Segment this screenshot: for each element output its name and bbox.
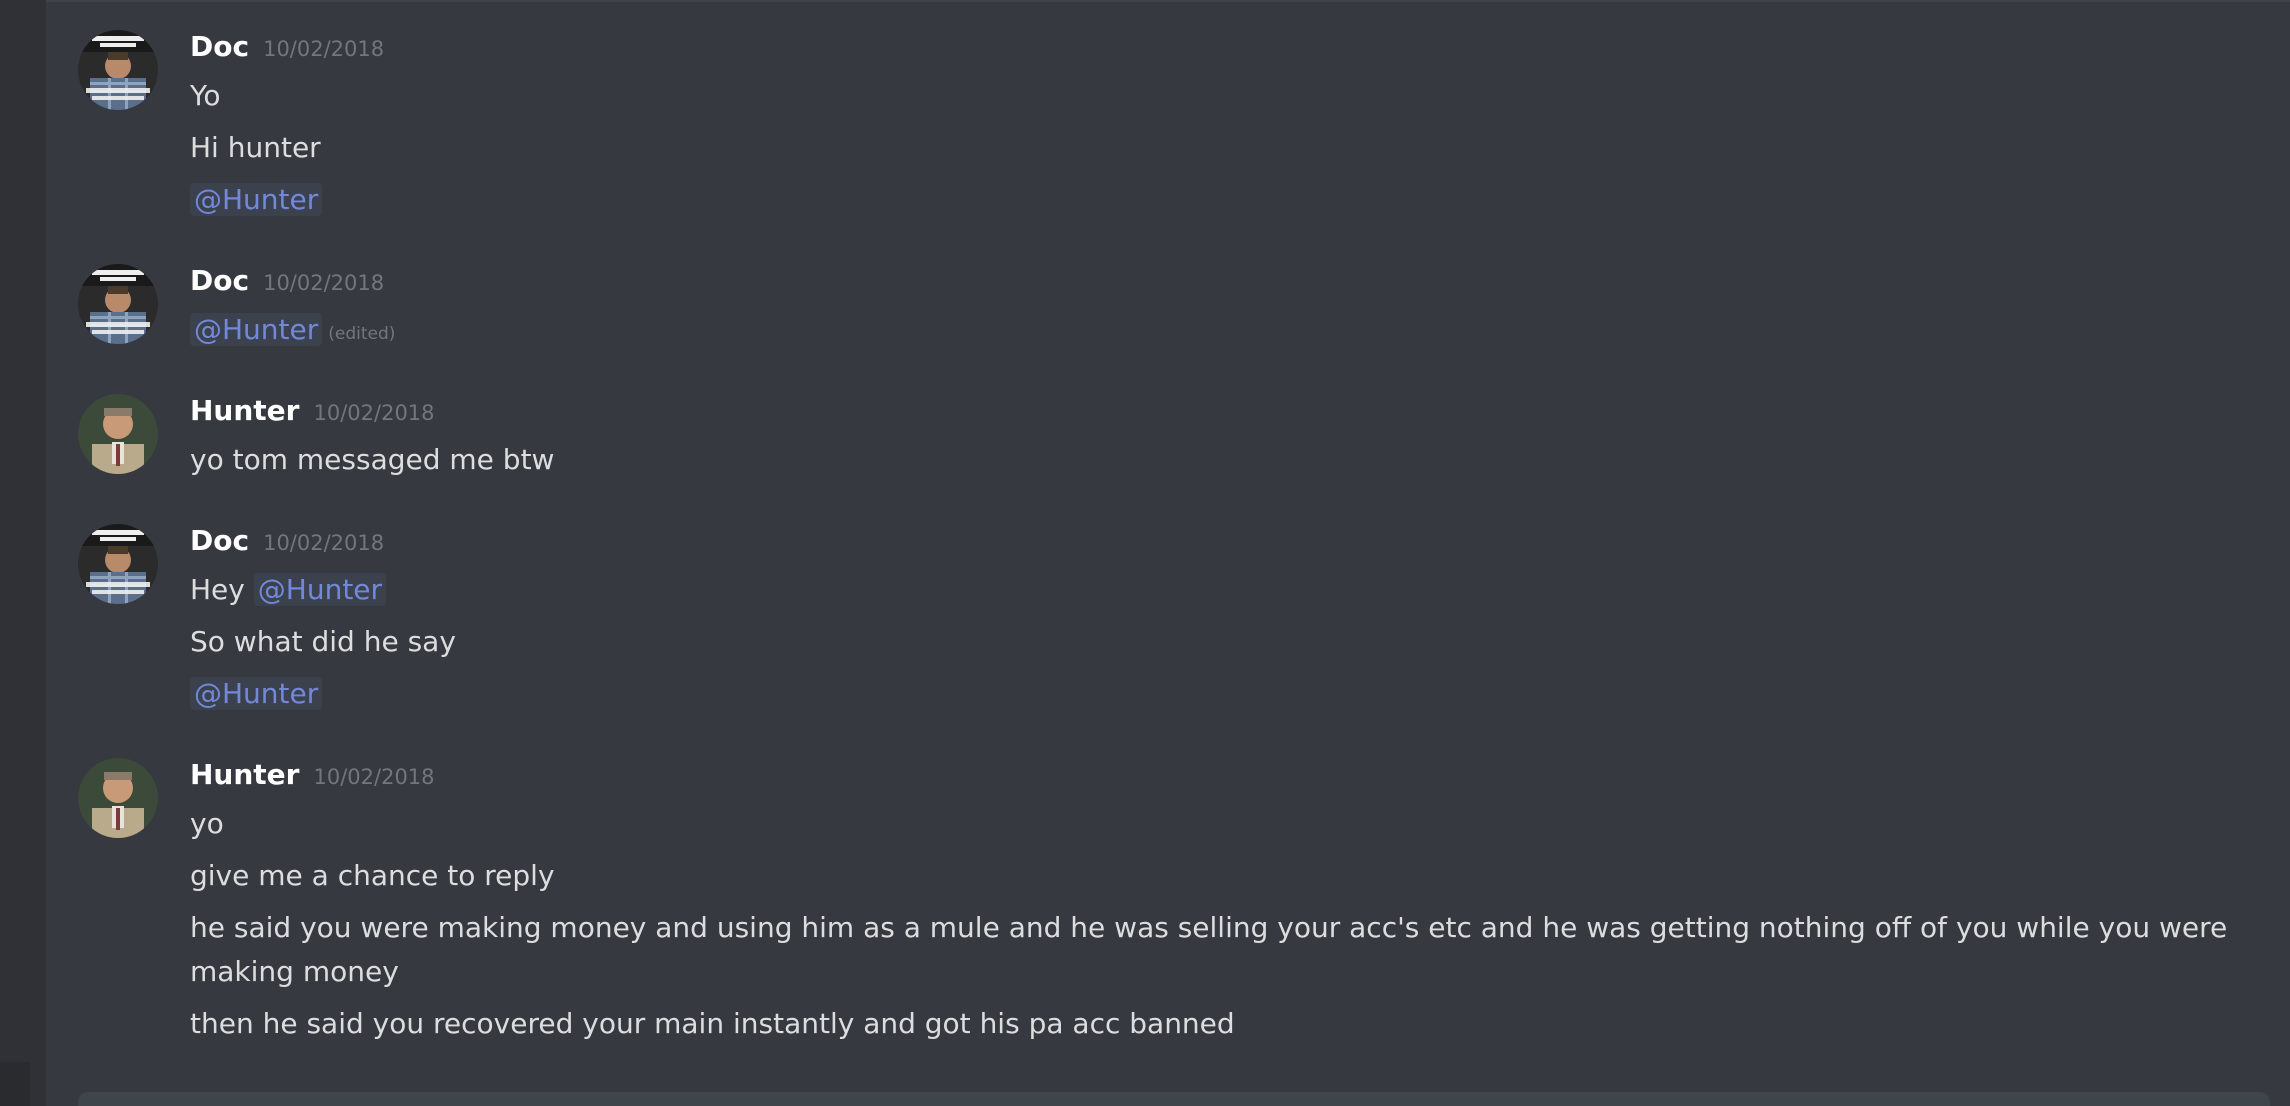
chat-messages-area: Doc 10/02/2018 Yo Hi hunter @Hunter Doc …	[46, 0, 2290, 1106]
message-header: Hunter 10/02/2018	[190, 394, 2250, 438]
message-body: Hunter 10/02/2018 yo tom messaged me btw	[190, 394, 2250, 490]
message-text: @Hunter	[190, 672, 2250, 716]
message-body: Hunter 10/02/2018 yo give me a chance to…	[190, 758, 2250, 1054]
timestamp: 10/02/2018	[263, 37, 385, 61]
avatar[interactable]	[78, 264, 158, 344]
user-mention[interactable]: @Hunter	[253, 573, 387, 606]
message-text: yo tom messaged me btw	[190, 443, 555, 476]
timestamp: 10/02/2018	[313, 765, 435, 789]
avatar[interactable]	[78, 758, 158, 838]
hunter-avatar-icon	[78, 758, 158, 838]
timestamp: 10/02/2018	[263, 271, 385, 295]
user-mention[interactable]: @Hunter	[190, 677, 323, 710]
message-header: Doc 10/02/2018	[190, 524, 2250, 568]
message-text: Hey @Hunter	[190, 568, 2250, 612]
message-text: @Hunter (edited)	[190, 308, 2250, 356]
username[interactable]: Hunter	[190, 394, 299, 427]
message-text: So what did he say	[190, 625, 456, 658]
message-body: Doc 10/02/2018 Yo Hi hunter @Hunter	[190, 30, 2250, 230]
username[interactable]: Doc	[190, 524, 249, 557]
server-sidebar-edge	[0, 0, 46, 1106]
message-body: Doc 10/02/2018 Hey @Hunter So what did h…	[190, 524, 2250, 724]
username[interactable]: Doc	[190, 264, 249, 297]
message-text: @Hunter	[190, 178, 2250, 222]
message-text: then he said you recovered your main ins…	[190, 1007, 1235, 1040]
message-header: Doc 10/02/2018	[190, 264, 2250, 308]
message-header: Hunter 10/02/2018	[190, 758, 2250, 802]
message-text: give me a chance to reply	[190, 859, 555, 892]
doc-avatar-icon	[78, 264, 158, 344]
message-text: yo	[190, 807, 224, 840]
message-header: Doc 10/02/2018	[190, 30, 2250, 74]
doc-avatar-icon	[78, 30, 158, 110]
doc-avatar-icon	[78, 524, 158, 604]
timestamp: 10/02/2018	[313, 401, 435, 425]
user-mention[interactable]: @Hunter	[190, 183, 323, 216]
username[interactable]: Doc	[190, 30, 249, 63]
hunter-avatar-icon	[78, 394, 158, 474]
message-text-fragment: Hey	[190, 573, 245, 606]
avatar[interactable]	[78, 394, 158, 474]
sidebar-bottom-block	[0, 1062, 30, 1106]
message-text: Yo	[190, 79, 221, 112]
edited-label: (edited)	[328, 324, 396, 344]
timestamp: 10/02/2018	[263, 531, 385, 555]
message-text: he said you were making money and using …	[190, 911, 2228, 988]
avatar[interactable]	[78, 30, 158, 110]
user-mention[interactable]: @Hunter	[190, 313, 323, 346]
message-text: Hi hunter	[190, 131, 321, 164]
date-divider	[46, 0, 2290, 2]
username[interactable]: Hunter	[190, 758, 299, 791]
message-body: Doc 10/02/2018 @Hunter (edited)	[190, 264, 2250, 364]
avatar[interactable]	[78, 524, 158, 604]
next-message-preview	[78, 1092, 2270, 1106]
